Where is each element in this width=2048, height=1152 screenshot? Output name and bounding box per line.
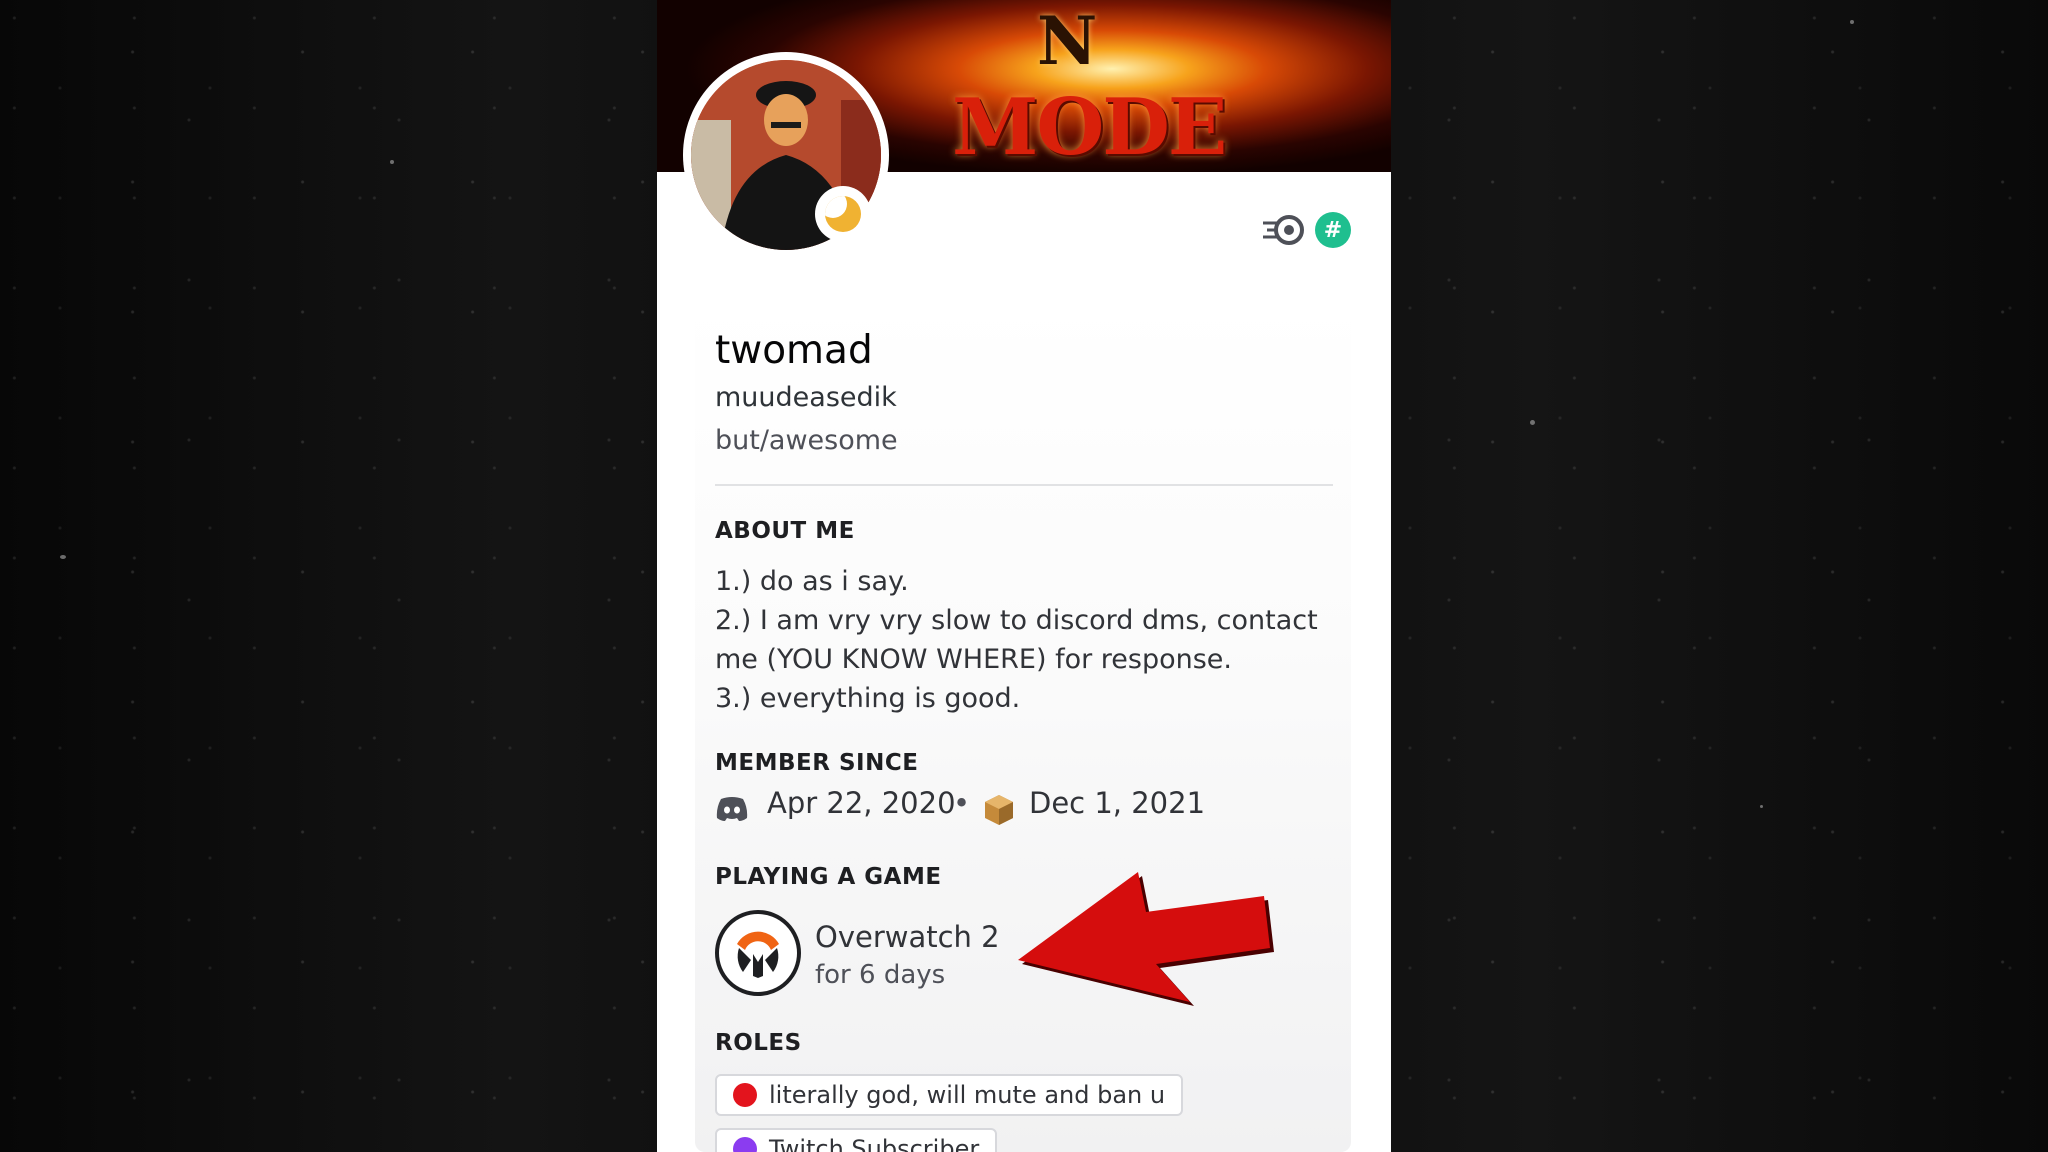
about-me-title: ABOUT ME <box>715 518 855 544</box>
roles-title: ROLES <box>715 1030 802 1056</box>
playing-a-game-title: PLAYING A GAME <box>715 864 942 890</box>
game-name: Overwatch 2 <box>815 920 1000 954</box>
game-duration: for 6 days <box>815 960 946 990</box>
about-line: 3.) everything is good. <box>715 683 1021 714</box>
discord-logo-icon <box>716 797 748 821</box>
background-speck <box>1760 805 1763 808</box>
banner-word: MODE <box>952 82 1227 173</box>
hashtag-badge-icon[interactable]: # <box>1315 212 1351 248</box>
background-speck <box>1850 20 1854 24</box>
moon-icon <box>825 196 861 232</box>
role-color-dot <box>733 1083 757 1107</box>
role-pill[interactable]: literally god, will mute and ban u <box>715 1074 1184 1116</box>
server-member-date: Dec 1, 2021 <box>1029 786 1206 820</box>
pronouns: but/awesome <box>715 425 898 456</box>
banner-letter: N <box>1037 2 1098 80</box>
overwatch-icon <box>715 910 801 996</box>
role-color-dot <box>733 1137 757 1152</box>
divider <box>715 484 1333 486</box>
about-line: 2.) I am vry vry slow to discord dms, co… <box>715 605 1318 636</box>
discord-member-date: Apr 22, 2020 <box>767 786 956 820</box>
about-line: me (YOU KNOW WHERE) for response. <box>715 644 1232 675</box>
display-name: twomad <box>715 328 873 373</box>
profile-body: twomad muudeasedik but/awesome ABOUT ME … <box>695 300 1351 1152</box>
background-speck <box>1530 420 1535 425</box>
date-separator: • <box>953 786 971 820</box>
nitro-badge-icon[interactable] <box>1261 213 1305 247</box>
background-speck <box>390 160 394 164</box>
background-speck <box>60 555 66 559</box>
member-since-title: MEMBER SINCE <box>715 750 919 776</box>
about-line: 1.) do as i say. <box>715 566 909 597</box>
profile-badges: # <box>1261 212 1351 248</box>
role-label: literally god, will mute and ban u <box>769 1081 1166 1109</box>
username: muudeasedik <box>715 382 897 413</box>
idle-status-indicator <box>815 186 871 242</box>
role-label: Twitch Subscriber <box>769 1135 980 1152</box>
role-pill[interactable]: Twitch Subscriber <box>715 1128 998 1152</box>
server-icon <box>985 795 1013 825</box>
red-arrow-annotation <box>1018 872 1274 1006</box>
